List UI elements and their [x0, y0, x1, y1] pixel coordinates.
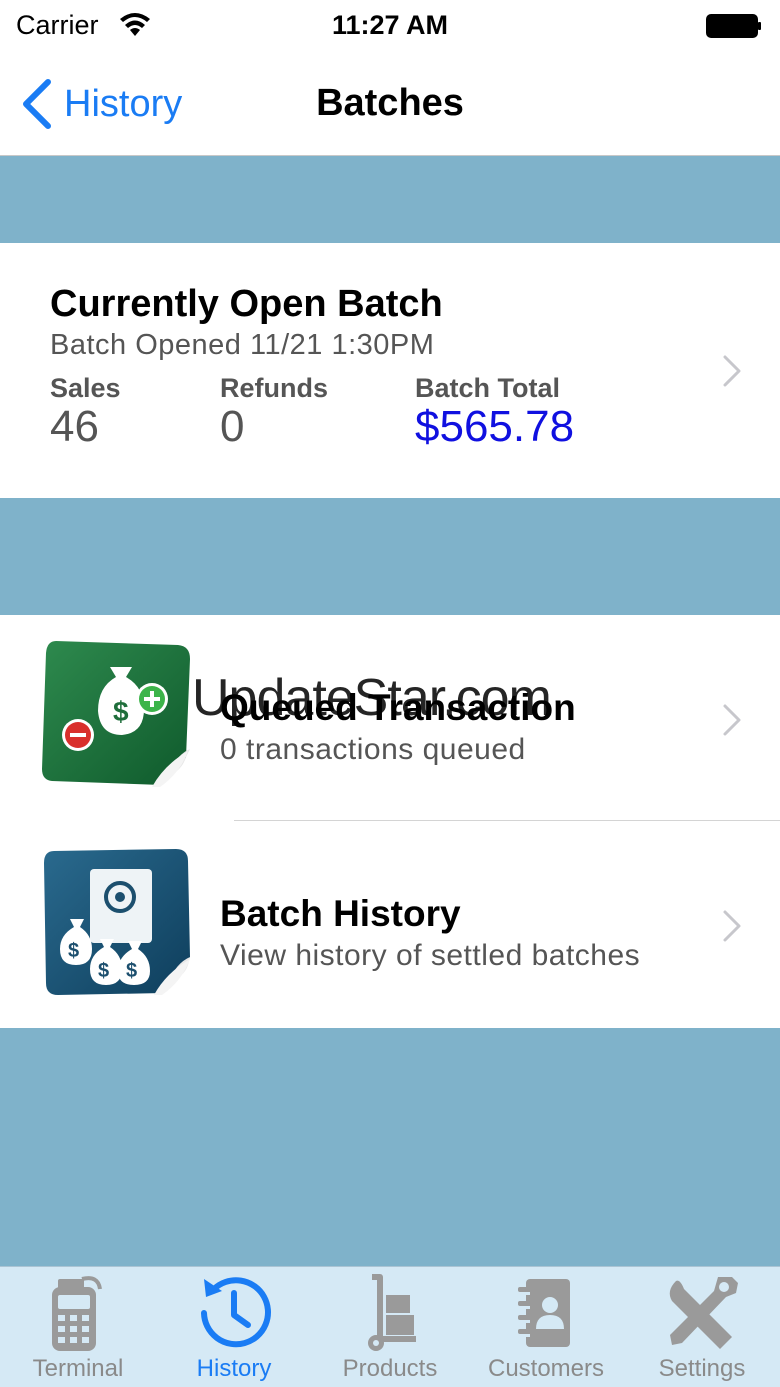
clock-icon: [201, 1277, 271, 1348]
sales-value: 46: [50, 402, 99, 451]
tab-label: Products: [342, 1355, 438, 1382]
money-bag-plus-minus-icon: $: [42, 641, 190, 787]
refunds-stat: Refunds 0: [220, 373, 328, 452]
queued-transaction-row[interactable]: $ Queued Transaction 0 transactions queu…: [0, 615, 780, 821]
tab-products[interactable]: Products: [312, 1267, 468, 1387]
page-title: Batches: [316, 82, 464, 124]
money-bags-safe-icon: $ $ $: [44, 849, 190, 995]
queued-transaction-title: Queued Transaction: [220, 687, 576, 728]
tab-label: Terminal: [32, 1355, 124, 1382]
tab-label: Settings: [658, 1355, 746, 1382]
terminal-icon: [52, 1276, 102, 1351]
tab-bar: Terminal History Products Customers Sett…: [0, 1266, 780, 1387]
hand-truck-icon: [368, 1274, 416, 1351]
batch-total-value: $565.78: [415, 402, 575, 451]
tab-label: History: [196, 1355, 272, 1382]
chevron-right-icon: [723, 355, 741, 387]
tab-history[interactable]: History: [156, 1267, 312, 1387]
open-batch-cell[interactable]: Currently Open Batch Batch Opened 11/21 …: [0, 243, 780, 498]
batch-options-list: $ Queued Transaction 0 transactions queu…: [0, 615, 780, 1028]
batch-history-row[interactable]: $ $ $ Batch History View history of sett…: [0, 821, 780, 1027]
queued-transaction-subtitle: 0 transactions queued: [220, 733, 526, 766]
svg-text:$: $: [68, 940, 79, 962]
tab-customers[interactable]: Customers: [468, 1267, 624, 1387]
tools-icon: [669, 1277, 738, 1349]
batch-total-label: Batch Total: [415, 373, 561, 403]
chevron-right-icon: [723, 910, 741, 942]
refunds-label: Refunds: [220, 373, 328, 403]
address-book-icon: [518, 1279, 570, 1347]
navigation-bar: History Batches: [0, 54, 780, 156]
svg-text:$: $: [98, 960, 109, 982]
status-bar: Carrier 11:27 AM: [0, 0, 780, 54]
tab-terminal[interactable]: Terminal: [0, 1267, 156, 1387]
chevron-right-icon: [723, 704, 741, 736]
svg-text:$: $: [113, 696, 129, 727]
open-batch-title: Currently Open Batch: [50, 283, 443, 325]
batch-history-subtitle: View history of settled batches: [220, 939, 641, 972]
battery-icon: [706, 14, 761, 38]
batch-history-title: Batch History: [220, 893, 461, 934]
sales-label: Sales: [50, 373, 121, 403]
svg-text:$: $: [126, 960, 137, 982]
refunds-value: 0: [220, 402, 245, 451]
batch-total-stat: Batch Total $565.78: [415, 373, 574, 452]
tab-label: Customers: [487, 1355, 605, 1382]
sales-stat: Sales 46: [50, 373, 121, 452]
status-time: 11:27 AM: [331, 10, 449, 40]
batch-opened-date: Batch Opened 11/21 1:30PM: [50, 329, 435, 361]
tab-settings[interactable]: Settings: [624, 1267, 780, 1387]
